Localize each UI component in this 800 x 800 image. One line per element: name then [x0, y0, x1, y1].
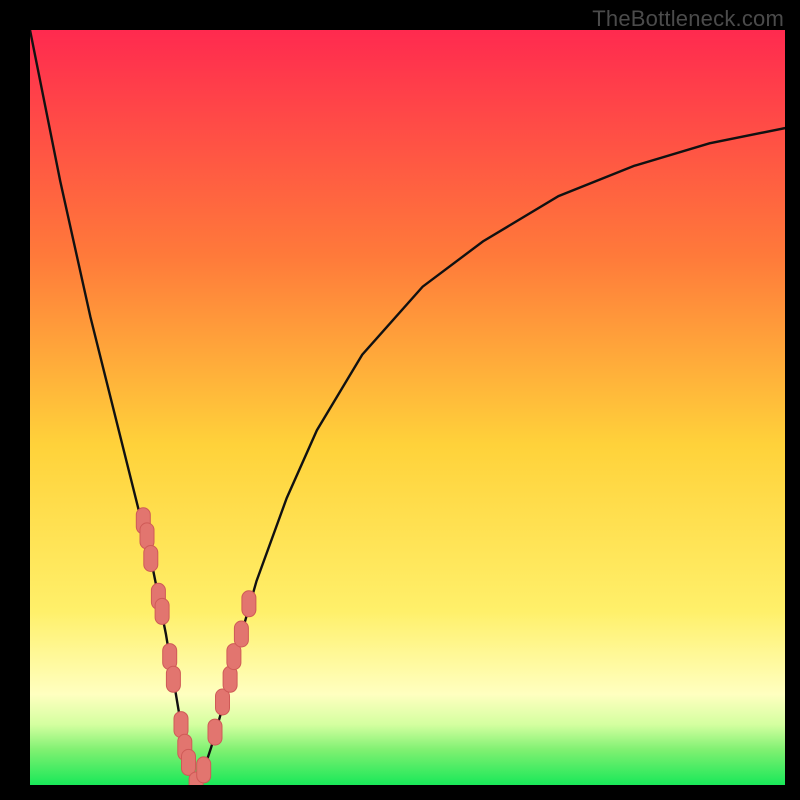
- curve-marker: [140, 523, 154, 549]
- curve-marker: [155, 598, 169, 624]
- curve-marker: [144, 546, 158, 572]
- bottleneck-curve: [30, 30, 785, 785]
- curve-marker: [166, 666, 180, 692]
- curve-marker: [234, 621, 248, 647]
- curve-marker: [242, 591, 256, 617]
- marker-group: [136, 508, 256, 785]
- curve-marker: [223, 666, 237, 692]
- watermark-text: TheBottleneck.com: [592, 6, 784, 32]
- curve-marker: [163, 644, 177, 670]
- curve-marker: [208, 719, 222, 745]
- chart-svg: [30, 30, 785, 785]
- curve-marker: [197, 757, 211, 783]
- outer-frame: TheBottleneck.com: [0, 0, 800, 800]
- plot-area: [30, 30, 785, 785]
- curve-marker: [174, 712, 188, 738]
- curve-marker: [182, 749, 196, 775]
- curve-marker: [216, 689, 230, 715]
- curve-marker: [227, 644, 241, 670]
